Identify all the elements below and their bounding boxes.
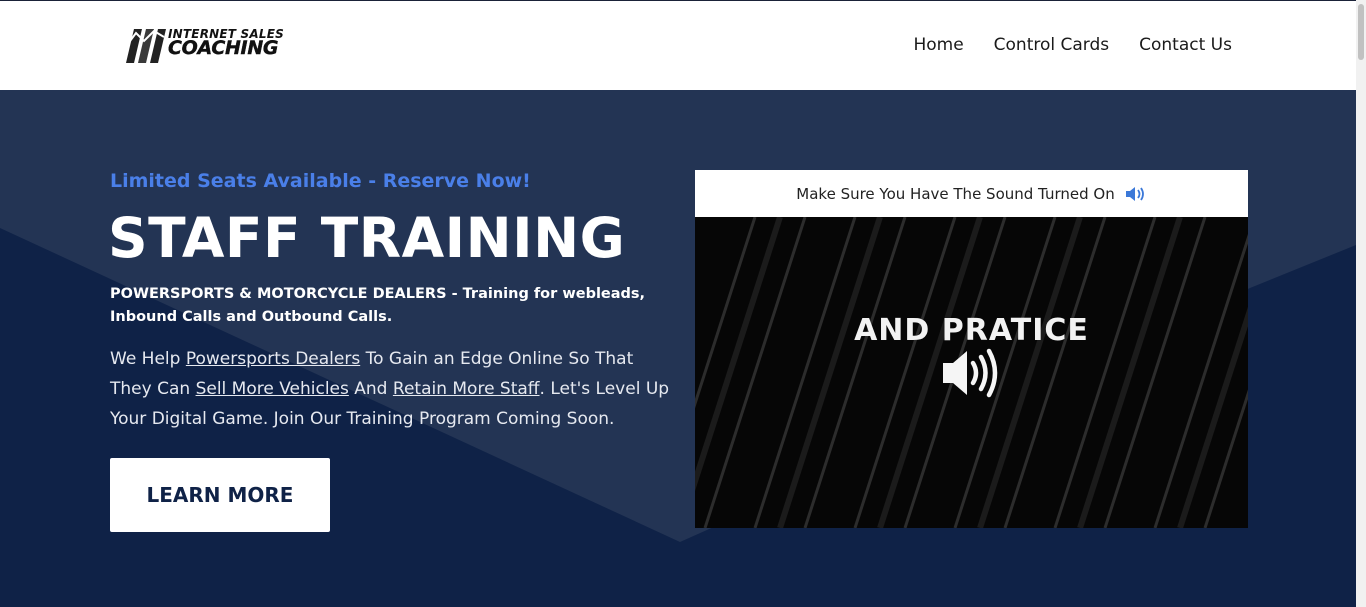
nav-control-cards-link[interactable]: Control Cards: [994, 35, 1109, 55]
hero-section: Limited Seats Available - Reserve Now! S…: [0, 90, 1356, 607]
video-player[interactable]: AND PRATICE: [695, 217, 1248, 528]
logo-wordmark: INTERNET SALES COACHING: [168, 25, 284, 58]
site-header: INTERNET SALES COACHING Home Control Car…: [0, 1, 1356, 90]
learn-more-button[interactable]: LEARN MORE: [110, 458, 330, 532]
video-card: Make Sure You Have The Sound Turned On A…: [695, 170, 1248, 528]
video-caption: AND PRATICE: [854, 313, 1089, 348]
nav-contact-us-link[interactable]: Contact Us: [1139, 35, 1232, 55]
hero-body-text-1: We Help: [110, 349, 186, 369]
hero-title: STAFF TRAINING: [108, 206, 626, 270]
scrollbar-thumb[interactable]: [1358, 4, 1364, 60]
sound-banner: Make Sure You Have The Sound Turned On: [695, 170, 1248, 217]
site-logo[interactable]: INTERNET SALES COACHING: [124, 25, 296, 65]
hero-subtitle: POWERSPORTS & MOTORCYCLE DEALERS - Train…: [110, 286, 646, 325]
retain-more-staff-link[interactable]: Retain More Staff: [393, 379, 540, 399]
powersports-dealers-link[interactable]: Powersports Dealers: [186, 349, 360, 369]
volume-icon: [943, 348, 998, 398]
logo-mark-icon: [126, 29, 166, 63]
sound-banner-text: Make Sure You Have The Sound Turned On: [796, 184, 1115, 203]
hero-body-text-3: And: [348, 379, 393, 399]
main-nav: Home Control Cards Contact Us: [913, 35, 1232, 55]
hero-body-text: We Help Powersports Dealers To Gain an E…: [110, 344, 670, 434]
page: INTERNET SALES COACHING Home Control Car…: [0, 0, 1366, 607]
nav-home-link[interactable]: Home: [913, 35, 963, 55]
logo-line2: COACHING: [168, 37, 279, 59]
speaker-icon: [1125, 186, 1144, 201]
sell-more-vehicles-link[interactable]: Sell More Vehicles: [196, 379, 349, 399]
hero-eyebrow: Limited Seats Available - Reserve Now!: [110, 170, 531, 192]
page-scrollbar[interactable]: [1356, 0, 1366, 607]
